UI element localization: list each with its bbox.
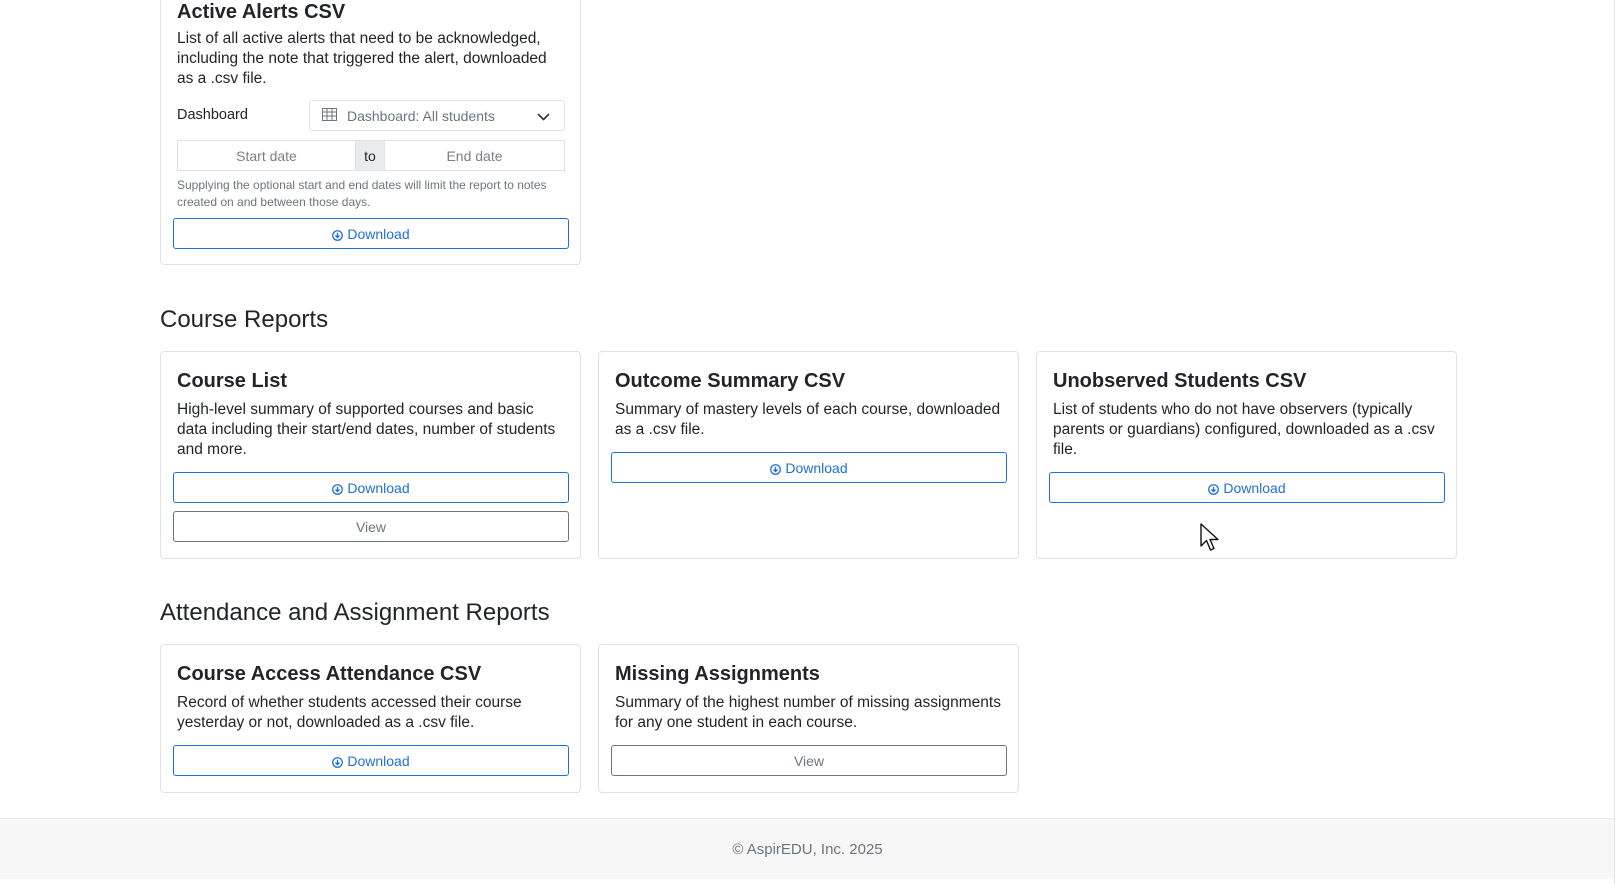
card-description: List of students who do not have observe… [1053, 401, 1435, 458]
page-footer: © AspirEDU, Inc. 2025 [0, 818, 1615, 879]
date-range-to-label: to [355, 140, 385, 171]
unobserved-students-download-button[interactable]: Download [1049, 472, 1445, 503]
card-title: Active Alerts CSV [177, 1, 346, 23]
course-reports-heading: Course Reports [160, 306, 329, 333]
dashboard-select-value: Dashboard: All students [347, 107, 495, 124]
card-title: Unobserved Students CSV [1053, 370, 1307, 392]
mouse-cursor-icon [1200, 523, 1222, 553]
download-label: Download [785, 459, 848, 476]
card-description: Record of whether students accessed thei… [177, 694, 522, 731]
card-description: List of all active alerts that need to b… [177, 30, 547, 87]
course-list-download-button[interactable]: Download [173, 472, 569, 503]
chevron-down-icon [537, 108, 550, 124]
card-title: Outcome Summary CSV [615, 370, 846, 392]
dashboard-label: Dashboard [177, 107, 248, 123]
download-label: Download [1223, 479, 1286, 496]
footer-copyright: © AspirEDU, Inc. 2025 [732, 840, 883, 858]
card-description: Summary of mastery levels of each course… [615, 401, 1001, 438]
download-icon [332, 755, 344, 768]
card-title: Course List [177, 370, 288, 392]
end-date-input[interactable] [384, 140, 565, 171]
course-list-view-button[interactable]: View [173, 511, 569, 542]
card-description: High-level summary of supported courses … [177, 401, 556, 458]
missing-assignments-card: Missing Assignments Summary of the highe… [598, 644, 1019, 793]
outcome-summary-card: Outcome Summary CSV Summary of mastery l… [598, 351, 1019, 559]
reports-page: Active Alerts CSV List of all active ale… [0, 0, 1622, 884]
card-title: Missing Assignments [615, 663, 820, 685]
download-icon [332, 228, 344, 241]
alerts-download-button[interactable]: Download [173, 218, 569, 249]
start-date-input[interactable] [177, 140, 356, 171]
table-icon [322, 107, 337, 124]
download-label: Download [347, 752, 410, 769]
vertical-scrollbar[interactable] [1614, 0, 1622, 884]
course-access-download-button[interactable]: Download [173, 745, 569, 776]
attendance-reports-heading: Attendance and Assignment Reports [160, 599, 550, 626]
download-label: Download [347, 225, 410, 242]
download-icon [770, 462, 782, 475]
date-help-text: Supplying the optional start and end dat… [177, 178, 547, 209]
active-alerts-card: Active Alerts CSV List of all active ale… [160, 0, 581, 265]
card-title: Course Access Attendance CSV [177, 663, 482, 685]
outcome-summary-download-button[interactable]: Download [611, 452, 1007, 483]
course-list-card: Course List High-level summary of suppor… [160, 351, 581, 559]
view-label: View [355, 518, 387, 535]
view-label: View [793, 752, 825, 769]
download-icon [332, 482, 344, 495]
card-description: Summary of the highest number of missing… [615, 694, 1001, 731]
unobserved-students-card: Unobserved Students CSV List of students… [1036, 351, 1457, 559]
download-icon [1208, 482, 1220, 495]
missing-assignments-view-button[interactable]: View [611, 745, 1007, 776]
course-access-attendance-card: Course Access Attendance CSV Record of w… [160, 644, 581, 793]
download-label: Download [347, 479, 410, 496]
dashboard-select[interactable]: Dashboard: All students [309, 100, 565, 131]
